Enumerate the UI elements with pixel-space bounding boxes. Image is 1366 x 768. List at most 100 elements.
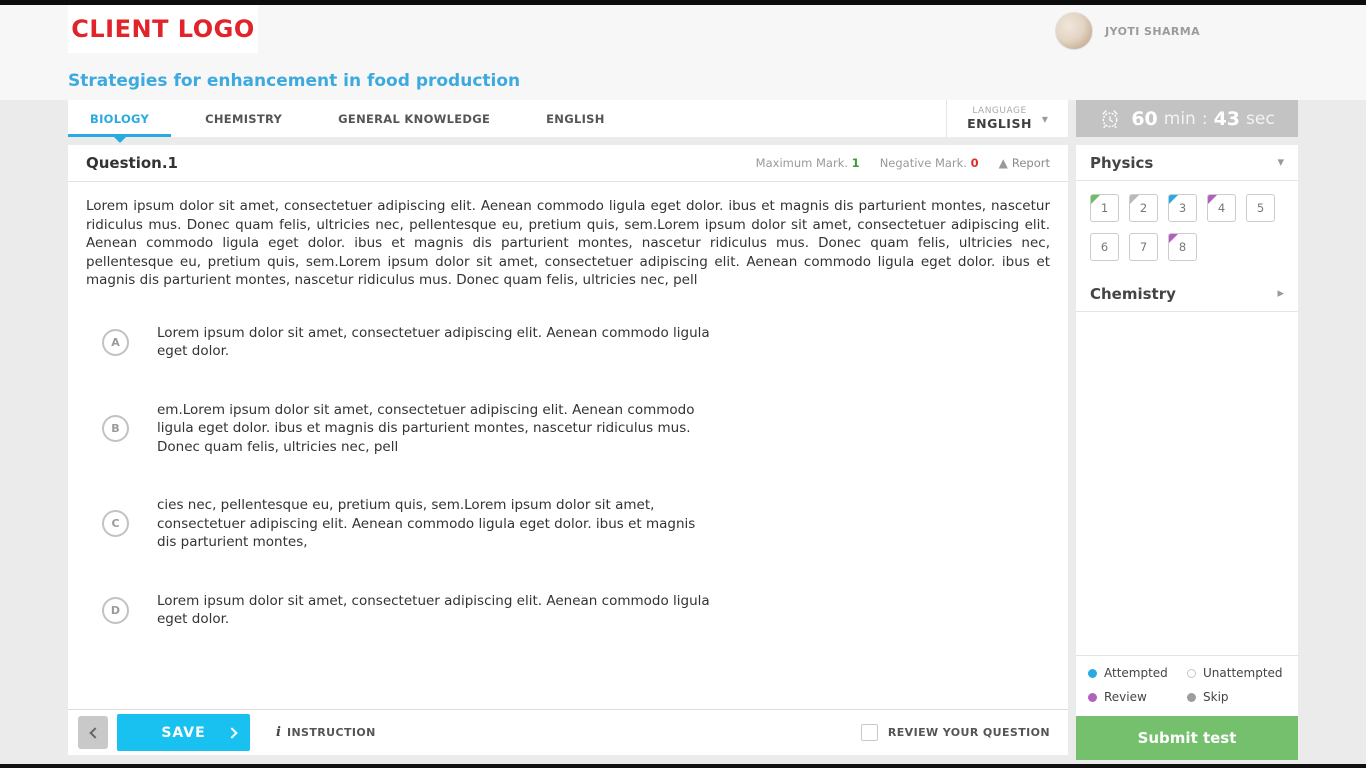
palette-question-8[interactable]: 8 bbox=[1168, 233, 1197, 261]
options-list: A Lorem ipsum dolor sit amet, consectetu… bbox=[102, 324, 1050, 629]
palette-question-7[interactable]: 7 bbox=[1129, 233, 1158, 261]
avatar bbox=[1055, 12, 1093, 50]
option-c-radio[interactable]: C bbox=[102, 510, 129, 537]
timer-seconds: 43 bbox=[1214, 108, 1240, 130]
review-checkbox-label: REVIEW YOUR QUESTION bbox=[888, 726, 1050, 739]
option-d-text: Lorem ipsum dolor sit amet, consectetuer… bbox=[157, 592, 717, 629]
language-value: ENGLISH bbox=[967, 116, 1032, 131]
chevron-down-icon: ▾ bbox=[1042, 112, 1048, 126]
legend-skip: Skip bbox=[1187, 690, 1286, 704]
palette-number: 8 bbox=[1179, 240, 1186, 254]
timer-min-label: min bbox=[1164, 109, 1196, 129]
maximum-mark-label: Maximum Mark. bbox=[756, 156, 848, 170]
info-icon: i bbox=[276, 725, 281, 740]
skip-dot-icon bbox=[1187, 693, 1196, 702]
status-flag bbox=[1129, 194, 1140, 205]
legend-label: Skip bbox=[1203, 690, 1229, 704]
timer-sec-label: sec bbox=[1246, 109, 1275, 129]
status-flag bbox=[1168, 194, 1179, 205]
legend-label: Review bbox=[1104, 690, 1147, 704]
palette-question-1[interactable]: 1 bbox=[1090, 194, 1119, 222]
option-a-text: Lorem ipsum dolor sit amet, consectetuer… bbox=[157, 324, 717, 361]
option-b-text: em.Lorem ipsum dolor sit amet, consectet… bbox=[157, 401, 717, 457]
previous-question-button[interactable] bbox=[78, 716, 108, 749]
save-button[interactable]: SAVE bbox=[117, 714, 250, 751]
maximum-mark-value: 1 bbox=[852, 156, 860, 170]
option-a-radio[interactable]: A bbox=[102, 329, 129, 356]
tab-english[interactable]: ENGLISH bbox=[524, 100, 627, 137]
attempted-dot-icon bbox=[1088, 669, 1097, 678]
client-logo-text: CLIENT LOGO bbox=[71, 15, 254, 43]
status-flag bbox=[1207, 194, 1218, 205]
instruction-button[interactable]: i INSTRUCTION bbox=[276, 725, 376, 740]
tab-label: BIOLOGY bbox=[90, 112, 149, 126]
question-title: Question.1 bbox=[86, 154, 178, 172]
chevron-right-icon: ▸ bbox=[1277, 286, 1284, 301]
tab-label: GENERAL KNOWLEDGE bbox=[338, 112, 490, 126]
palette-question-3[interactable]: 3 bbox=[1168, 194, 1197, 222]
palette-question-2[interactable]: 2 bbox=[1129, 194, 1158, 222]
tab-biology[interactable]: BIOLOGY bbox=[68, 100, 171, 137]
legend-label: Unattempted bbox=[1203, 666, 1283, 680]
palette-number: 1 bbox=[1101, 201, 1108, 215]
legend-review: Review bbox=[1088, 690, 1187, 704]
instruction-label: INSTRUCTION bbox=[287, 726, 376, 739]
tab-chemistry[interactable]: CHEMISTRY bbox=[183, 100, 304, 137]
question-text: Lorem ipsum dolor sit amet, consectetuer… bbox=[86, 197, 1050, 290]
tab-general-knowledge[interactable]: GENERAL KNOWLEDGE bbox=[316, 100, 512, 137]
legend-label: Attempted bbox=[1104, 666, 1168, 680]
status-flag bbox=[1090, 194, 1101, 205]
section-chemistry-title: Chemistry bbox=[1090, 285, 1176, 303]
option-d-radio[interactable]: D bbox=[102, 597, 129, 624]
subject-tabbar: BIOLOGY CHEMISTRY GENERAL KNOWLEDGE ENGL… bbox=[68, 100, 1068, 137]
palette-question-4[interactable]: 4 bbox=[1207, 194, 1236, 222]
section-chemistry-header[interactable]: Chemistry ▸ bbox=[1076, 276, 1298, 312]
question-footer: SAVE i INSTRUCTION REVIEW YOUR QUESTION bbox=[68, 709, 1068, 755]
option-a[interactable]: A Lorem ipsum dolor sit amet, consectetu… bbox=[102, 324, 1050, 361]
maximum-mark: Maximum Mark. 1 bbox=[756, 156, 860, 170]
option-c-text: cies nec, pellentesque eu, pretium quis,… bbox=[157, 496, 717, 552]
palette-number: 7 bbox=[1140, 240, 1147, 254]
question-palette: 1 2 3 4 5 6 7 8 bbox=[1076, 181, 1298, 276]
palette-question-5[interactable]: 5 bbox=[1246, 194, 1275, 222]
option-c[interactable]: C cies nec, pellentesque eu, pretium qui… bbox=[102, 496, 1050, 552]
palette-number: 6 bbox=[1101, 240, 1108, 254]
header: CLIENT LOGO JYOTI SHARMA Strategies for … bbox=[0, 5, 1366, 100]
tab-label: ENGLISH bbox=[546, 112, 605, 126]
option-b-radio[interactable]: B bbox=[102, 415, 129, 442]
review-dot-icon bbox=[1088, 693, 1097, 702]
option-d[interactable]: D Lorem ipsum dolor sit amet, consectetu… bbox=[102, 592, 1050, 629]
timer-separator: : bbox=[1202, 109, 1208, 129]
question-header: Question.1 Maximum Mark. 1 Negative Mark… bbox=[68, 145, 1068, 182]
legend-attempted: Attempted bbox=[1088, 666, 1187, 680]
status-flag bbox=[1168, 233, 1179, 244]
review-checkbox[interactable] bbox=[861, 724, 878, 741]
palette-number: 3 bbox=[1179, 201, 1186, 215]
report-button[interactable]: ▲ Report bbox=[999, 156, 1050, 170]
option-b[interactable]: B em.Lorem ipsum dolor sit amet, consect… bbox=[102, 401, 1050, 457]
negative-mark-value: 0 bbox=[971, 156, 979, 170]
question-panel: Question.1 Maximum Mark. 1 Negative Mark… bbox=[68, 145, 1068, 755]
section-physics-header[interactable]: Physics ▾ bbox=[1076, 145, 1298, 181]
language-selector[interactable]: LANGUAGE ENGLISH ▾ bbox=[946, 100, 1068, 137]
tab-label: CHEMISTRY bbox=[205, 112, 282, 126]
client-logo[interactable]: CLIENT LOGO bbox=[68, 5, 258, 53]
timer: 60 min : 43 sec bbox=[1076, 100, 1298, 137]
timer-minutes: 60 bbox=[1131, 108, 1157, 130]
warning-icon: ▲ bbox=[999, 156, 1008, 170]
alarm-clock-icon bbox=[1099, 108, 1121, 130]
unattempted-dot-icon bbox=[1187, 669, 1196, 678]
section-physics-title: Physics bbox=[1090, 154, 1153, 172]
chevron-left-icon bbox=[89, 727, 100, 738]
negative-mark: Negative Mark. 0 bbox=[880, 156, 979, 170]
review-your-question[interactable]: REVIEW YOUR QUESTION bbox=[861, 724, 1050, 741]
palette-question-6[interactable]: 6 bbox=[1090, 233, 1119, 261]
submit-test-button[interactable]: Submit test bbox=[1076, 716, 1298, 760]
user-info[interactable]: JYOTI SHARMA bbox=[1055, 12, 1200, 50]
page-title: Strategies for enhancement in food produ… bbox=[68, 71, 520, 91]
palette-number: 4 bbox=[1218, 201, 1225, 215]
legend-unattempted: Unattempted bbox=[1187, 666, 1286, 680]
question-navigator-sidebar: Physics ▾ 1 2 3 4 5 6 7 8 Chemistry ▸ At… bbox=[1076, 145, 1298, 760]
save-button-label: SAVE bbox=[161, 725, 205, 741]
user-name: JYOTI SHARMA bbox=[1105, 25, 1200, 38]
